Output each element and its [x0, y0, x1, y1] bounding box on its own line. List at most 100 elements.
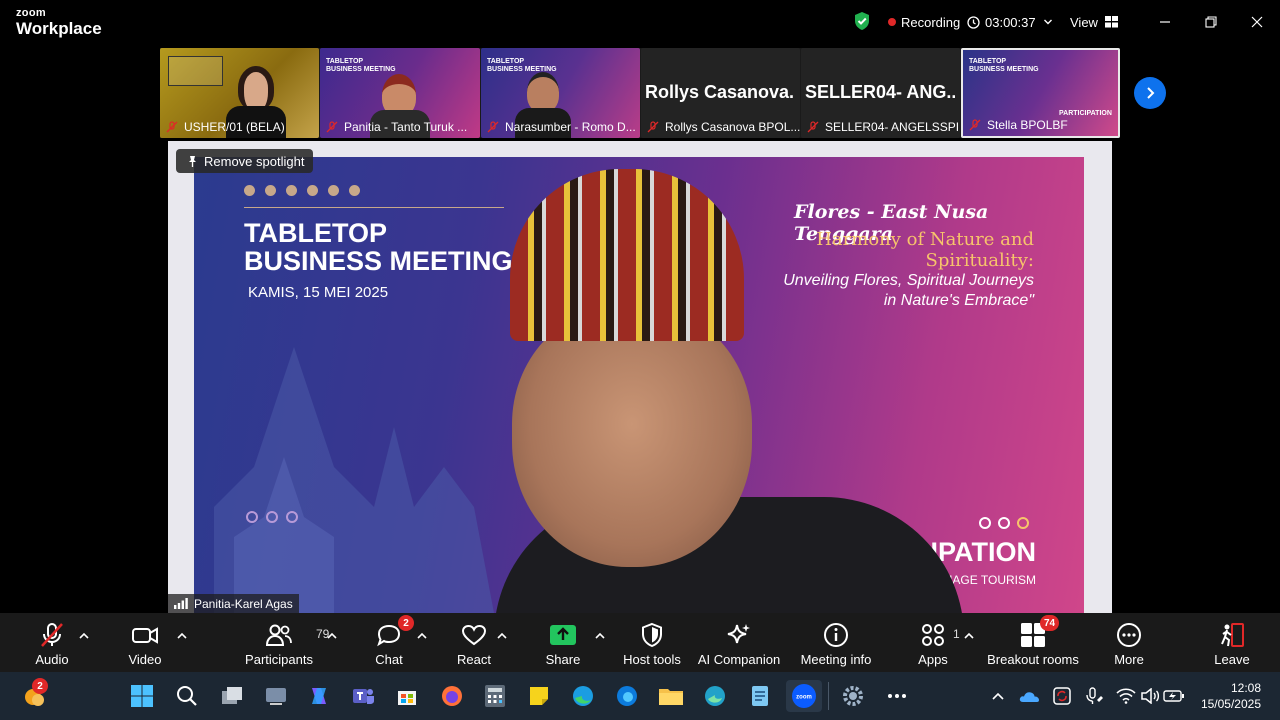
- taskbar-separator: [828, 682, 829, 710]
- slide-title: TABLETOP BUSINESS MEETING: [244, 218, 513, 276]
- pin-icon: [189, 155, 196, 167]
- taskbar-app[interactable]: [839, 682, 867, 710]
- tray-overflow-button[interactable]: [984, 682, 1012, 710]
- audio-button[interactable]: Audio: [34, 621, 70, 669]
- taskbar-app[interactable]: [481, 682, 509, 710]
- zoom-window: zoom Workplace Recording 03:00:37 View U…: [0, 0, 1280, 672]
- taskbar-overflow-button[interactable]: [883, 682, 911, 710]
- start-button[interactable]: [128, 682, 156, 710]
- apps-count: 1: [953, 627, 960, 641]
- remove-spotlight-label: Remove spotlight: [204, 153, 305, 169]
- ai-companion-button[interactable]: AI Companion: [698, 621, 780, 669]
- participant-name: Rollys Casanova BPOL...: [641, 118, 800, 136]
- info-icon: [824, 623, 848, 647]
- participant-name: USHER/01 (BELA): [160, 118, 319, 136]
- participant-tile[interactable]: TABLETOP BUSINESS MEETING Narasumber - Ro…: [481, 48, 640, 138]
- taskbar-app[interactable]: [657, 682, 685, 710]
- participant-tile[interactable]: TABLETOP BUSINESS MEETING PARTICIPATION S…: [961, 48, 1120, 138]
- sync-tray[interactable]: [1048, 682, 1076, 710]
- onedrive-cloud-icon: [1019, 692, 1039, 702]
- participant-display-name: SELLER04- ANG...: [805, 82, 955, 102]
- participant-tile[interactable]: SELLER04- ANG... SELLER04- ANGELSSPI...: [801, 48, 960, 138]
- edge-dev-icon: [705, 686, 725, 706]
- recording-indicator[interactable]: Recording: [888, 12, 960, 32]
- participant-tile[interactable]: USHER/01 (BELA): [160, 48, 319, 138]
- minimize-button[interactable]: [1152, 10, 1178, 34]
- file-explorer-icon: [659, 689, 683, 705]
- participants-button[interactable]: 79 Participants: [245, 621, 329, 669]
- settings-gear-icon: [843, 686, 863, 706]
- mic-off-icon: [647, 121, 659, 133]
- more-button[interactable]: More: [1110, 621, 1148, 669]
- chat-badge: 2: [398, 615, 414, 631]
- taskbar-app[interactable]: [701, 682, 729, 710]
- chat-options-caret[interactable]: [416, 630, 428, 642]
- edge-icon: [573, 686, 593, 706]
- taskbar-zoom-app[interactable]: zoom: [786, 680, 822, 712]
- slide-thumb: [168, 56, 223, 86]
- taskbar-app[interactable]: [746, 682, 774, 710]
- onedrive-tray[interactable]: [1016, 682, 1044, 710]
- remove-spotlight-button[interactable]: Remove spotlight: [176, 149, 314, 173]
- zoom-app-icon: zoom: [792, 684, 816, 708]
- mic-muted-icon: [41, 623, 63, 647]
- next-page-button[interactable]: [1134, 77, 1166, 109]
- share-options-caret[interactable]: [594, 630, 606, 642]
- taskbar-app[interactable]: [349, 682, 377, 710]
- chat-button[interactable]: 2 Chat: [370, 615, 414, 669]
- taskbar-app[interactable]: [525, 682, 553, 710]
- calculator-icon: [485, 685, 505, 707]
- meeting-info-button[interactable]: Meeting info: [799, 621, 873, 669]
- search-button[interactable]: [173, 682, 201, 710]
- clock[interactable]: 12:08 15/05/2025: [1201, 680, 1261, 712]
- participant-face: [527, 72, 559, 112]
- task-view-button[interactable]: [218, 682, 246, 710]
- participants-icon: [266, 624, 292, 646]
- share-button[interactable]: Share: [545, 621, 581, 669]
- battery-tray[interactable]: [1160, 682, 1188, 710]
- leave-button[interactable]: Leave: [1214, 621, 1250, 669]
- video-button[interactable]: Video: [127, 621, 163, 669]
- apps-options-caret[interactable]: [963, 630, 975, 642]
- taskbar-app[interactable]: [438, 682, 466, 710]
- participant-tile[interactable]: TABLETOP BUSINESS MEETING Panitia - Tanto…: [320, 48, 480, 138]
- restore-button[interactable]: [1198, 10, 1224, 34]
- video-options-caret[interactable]: [176, 630, 188, 642]
- timer-value: 03:00:37: [985, 14, 1036, 30]
- breakout-rooms-button[interactable]: 74 Breakout rooms: [987, 615, 1079, 669]
- taskbar-app[interactable]: [262, 682, 290, 710]
- participant-tile[interactable]: Rollys Casanova... Rollys Casanova BPOL.…: [641, 48, 800, 138]
- view-button[interactable]: View: [1070, 12, 1118, 32]
- host-shield-icon: [642, 622, 662, 648]
- react-options-caret[interactable]: [496, 630, 508, 642]
- spotlight-video[interactable]: TABLETOP BUSINESS MEETING KAMIS, 15 MEI …: [168, 141, 1112, 613]
- virtual-background-slide: TABLETOP BUSINESS MEETING KAMIS, 15 MEI …: [194, 157, 1084, 613]
- meeting-timer[interactable]: 03:00:37: [967, 12, 1053, 32]
- desktop-app-icon: [266, 688, 286, 705]
- participant-name: Panitia - Tanto Turuk ...: [320, 118, 480, 136]
- taskbar-app[interactable]: [569, 682, 597, 710]
- participants-options-caret[interactable]: [326, 630, 338, 642]
- weather-widget[interactable]: 2: [20, 678, 48, 710]
- audio-options-caret[interactable]: [78, 630, 90, 642]
- copilot-icon: [312, 688, 326, 704]
- task-view-icon: [222, 687, 242, 704]
- breakout-badge: 74: [1040, 615, 1060, 631]
- taskbar-app[interactable]: [393, 682, 421, 710]
- mic-tray[interactable]: [1080, 682, 1108, 710]
- taskbar-app[interactable]: [305, 682, 333, 710]
- apps-button[interactable]: 1 Apps: [914, 621, 960, 669]
- host-tools-button[interactable]: Host tools: [620, 621, 684, 669]
- speaker-name: Panitia-Karel Agas: [194, 596, 293, 611]
- react-button[interactable]: React: [456, 621, 492, 669]
- taskbar-app[interactable]: [613, 682, 641, 710]
- teams-icon: [353, 689, 374, 704]
- minimize-icon: [1160, 21, 1170, 23]
- encryption-shield-icon[interactable]: [852, 11, 872, 31]
- more-horizontal-icon: [888, 694, 906, 698]
- store-icon: [398, 691, 416, 705]
- restore-icon: [1205, 16, 1217, 28]
- sticky-notes-icon: [530, 687, 548, 705]
- close-button[interactable]: [1244, 10, 1270, 34]
- slide-divider: [244, 207, 504, 208]
